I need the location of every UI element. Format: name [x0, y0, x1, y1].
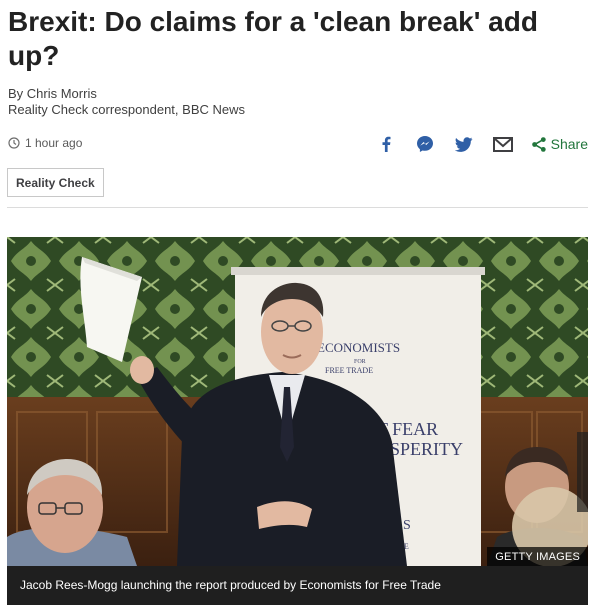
timestamp-text: 1 hour ago — [25, 136, 83, 150]
share-button[interactable]: Share — [531, 136, 588, 152]
author-role: Reality Check correspondent, BBC News — [8, 102, 245, 117]
twitter-icon[interactable] — [453, 133, 475, 155]
share-icon — [531, 136, 546, 152]
divider — [7, 207, 588, 208]
banner-text-6: S — [403, 518, 411, 533]
lead-photo: ECONOMISTS FOR FREE TRADE T FEAR OSPERIT… — [7, 237, 588, 566]
share-label: Share — [550, 136, 588, 152]
image-caption: Jacob Rees-Mogg launching the report pro… — [7, 566, 588, 605]
share-tools: Share — [358, 133, 588, 155]
byline: By Chris Morris Reality Check correspond… — [8, 86, 245, 118]
photo-illustration: ECONOMISTS FOR FREE TRADE T FEAR OSPERIT… — [7, 237, 588, 566]
clock-icon — [8, 137, 20, 149]
email-icon[interactable] — [492, 133, 514, 155]
article-headline: Brexit: Do claims for a 'clean break' ad… — [8, 6, 538, 71]
banner-text-1: ECONOMISTS — [317, 340, 400, 355]
image-credit: GETTY IMAGES — [487, 547, 588, 567]
topic-tag-label: Reality Check — [16, 175, 95, 190]
lead-image-figure: ECONOMISTS FOR FREE TRADE T FEAR OSPERIT… — [7, 237, 588, 605]
banner-text-2: FOR — [354, 359, 366, 365]
messenger-icon[interactable] — [414, 133, 436, 155]
facebook-icon[interactable] — [375, 133, 397, 155]
topic-tag-reality-check[interactable]: Reality Check — [7, 168, 104, 197]
timestamp: 1 hour ago — [8, 136, 82, 150]
article-meta: 1 hour ago Share — [8, 133, 588, 155]
author-name: By Chris Morris — [8, 86, 97, 101]
banner-text-3: FREE TRADE — [325, 366, 373, 375]
